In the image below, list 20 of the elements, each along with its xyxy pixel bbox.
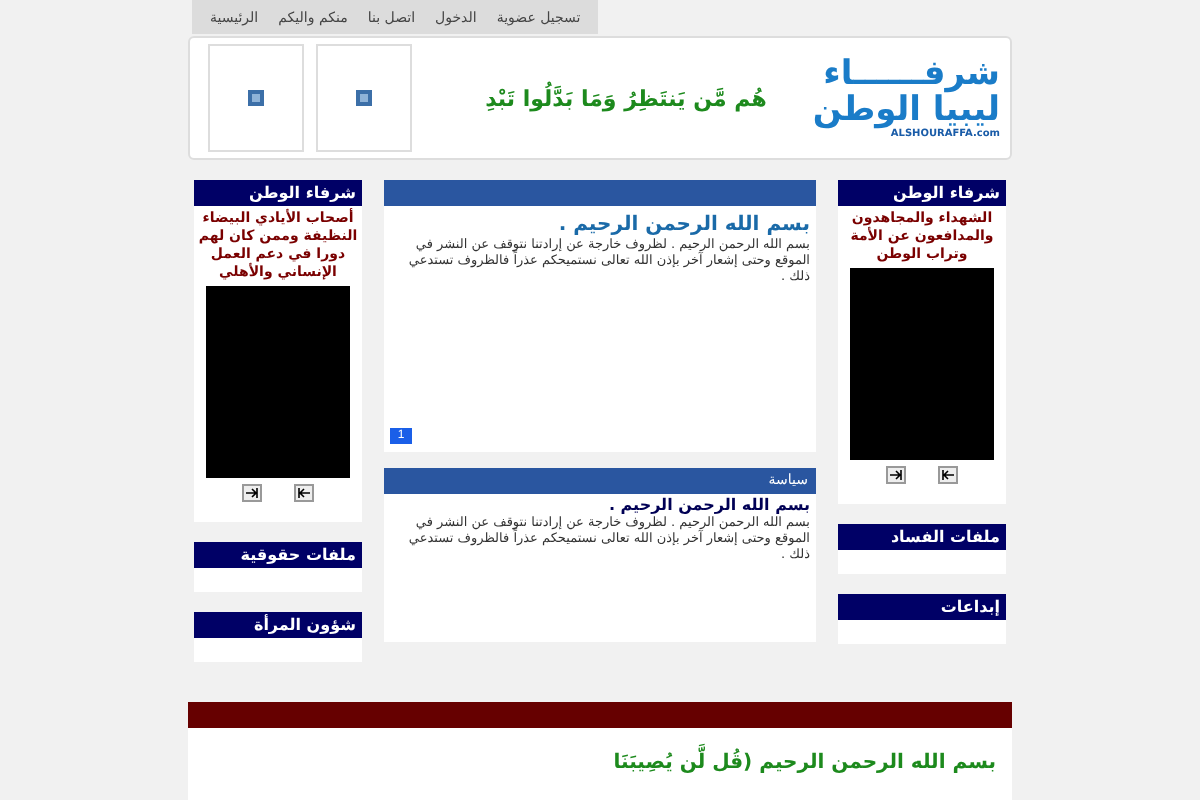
arrow-left-icon [298, 488, 310, 498]
prev-button[interactable] [938, 466, 958, 484]
arrow-right-icon [890, 470, 902, 480]
box-title: شرفاء الوطن [838, 180, 1006, 206]
box-title: شؤون المرأة [194, 612, 362, 638]
article-title[interactable]: بسم الله الرحمن الرحيم . [384, 494, 816, 514]
logo-text: شرفــــــاء [823, 56, 1000, 92]
footer-text: بسم الله الرحمن الرحيم (قُل لَّن يُصِيبَنَا [188, 728, 1012, 800]
next-button[interactable] [242, 484, 262, 502]
logo-text: ليبيا الوطن [812, 92, 1000, 128]
prev-button[interactable] [294, 484, 314, 502]
arrow-left-icon [942, 470, 954, 480]
arrow-right-icon [246, 488, 258, 498]
article-title[interactable]: بسم الله الرحمن الرحيم . [384, 206, 816, 236]
next-button[interactable] [886, 466, 906, 484]
box-title: شرفاء الوطن [194, 180, 362, 206]
verse-text: هُم مَّن يَنتَظِرُ وَمَا بَدَّلُوا تَبْدِ [483, 85, 769, 111]
box-title: ملفات الفساد [838, 524, 1006, 550]
box-title: إبداعات [838, 594, 1006, 620]
box-title: ملفات حقوقية [194, 542, 362, 568]
